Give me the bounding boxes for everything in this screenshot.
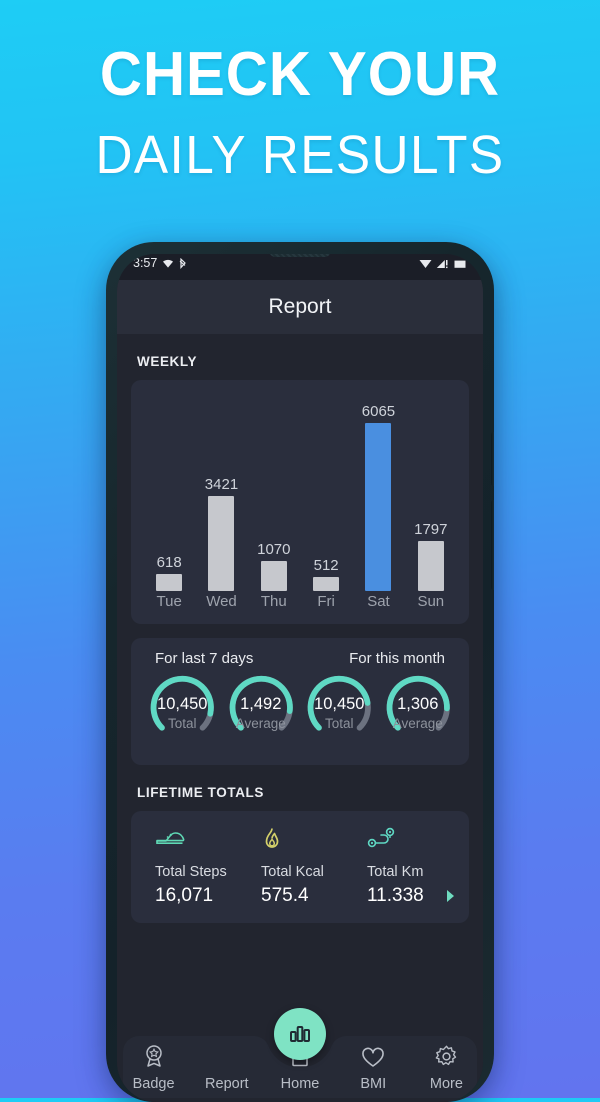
- battery-icon: [454, 260, 466, 268]
- status-time: 3:57: [133, 256, 158, 270]
- phone-screen: 3:57 Report WEEKLY 618 Tue 3421 Wed 1070…: [117, 254, 483, 1102]
- lifetime-total-name: Total Km: [367, 864, 424, 880]
- chart-bar-value: 3421: [204, 476, 239, 493]
- lifetime-items: Total Steps 16,071 Total Kcal 575.4 Tota…: [141, 827, 459, 907]
- chart-bar-value: 512: [313, 557, 339, 574]
- signal-triangle-icon: [419, 259, 432, 268]
- progress-gauge: 1,306 Average: [379, 673, 458, 751]
- lifetime-total-value: 16,071: [155, 885, 214, 906]
- wifi-icon: [163, 259, 174, 268]
- promo-line-1: CHECK YOUR: [99, 40, 501, 109]
- gauge-group-labels: For last 7 days For this month: [139, 650, 461, 673]
- gauge-value: 10,450: [157, 695, 208, 713]
- chart-bar-value: 1070: [257, 541, 291, 558]
- progress-gauge: 10,450 Total: [300, 673, 379, 751]
- chart-bar-label: Thu: [260, 593, 287, 610]
- bottom-nav-item-bmi[interactable]: BMI: [337, 1047, 410, 1092]
- report-fab-button[interactable]: [274, 1008, 326, 1060]
- chart-bar-column: 1070 Thu: [249, 380, 299, 624]
- chart-bar-label: Wed: [206, 593, 237, 610]
- phone-side-button-volume[interactable]: [491, 432, 494, 486]
- page-title: Report: [268, 295, 332, 318]
- bottom-nav-item-more[interactable]: More: [410, 1045, 483, 1092]
- flame-icon: [261, 827, 353, 857]
- phone-frame: 3:57 Report WEEKLY 618 Tue 3421 Wed 1070…: [106, 242, 494, 1102]
- screen-content: WEEKLY 618 Tue 3421 Wed 1070 Thu 512 Fri 6065 Sat…: [117, 334, 483, 1102]
- bottom-nav-label: BMI: [360, 1076, 387, 1092]
- lifetime-total-item[interactable]: Total Kcal 575.4: [247, 827, 353, 907]
- chart-bar-label: Fri: [317, 593, 335, 610]
- bottom-nav-label: More: [429, 1076, 463, 1092]
- promo-line-2: DAILY RESULTS: [95, 125, 505, 185]
- weekly-bar-chart: 618 Tue 3421 Wed 1070 Thu 512 Fri 6065 Sat 1797 Sun: [131, 380, 469, 624]
- gauge-value: 1,306: [397, 695, 439, 713]
- chart-bar[interactable]: [156, 574, 183, 591]
- lifetime-section-label: LIFETIME TOTALS: [137, 785, 264, 800]
- lifetime-total-name: Total Steps: [155, 864, 227, 880]
- earpiece-speaker: [269, 254, 331, 257]
- chart-bar[interactable]: [313, 577, 340, 591]
- chart-bar[interactable]: [365, 423, 392, 591]
- route-icon: [367, 827, 459, 857]
- weekly-chart-card: 618 Tue 3421 Wed 1070 Thu 512 Fri 6065 Sat 1797 Sun: [131, 380, 469, 624]
- gauge-label: Total: [324, 716, 354, 731]
- progress-gauge: 10,450 Total: [143, 673, 222, 751]
- gauge-label: Average: [235, 716, 286, 731]
- chevron-right-icon[interactable]: [445, 889, 456, 908]
- progress-gauge: 1,492 Average: [222, 673, 301, 751]
- lifetime-total-name: Total Kcal: [261, 864, 324, 880]
- bottom-nav-item-report[interactable]: Report: [190, 1049, 263, 1092]
- lifetime-total-item[interactable]: Total Steps 16,071: [141, 827, 247, 907]
- signal-warning-icon: [436, 259, 448, 268]
- summary-gauges-card: For last 7 days For this month 10,450 To…: [131, 638, 469, 765]
- chart-bar-label: Tue: [156, 593, 182, 610]
- heart-icon: [361, 1047, 385, 1073]
- chart-bar[interactable]: [208, 496, 235, 591]
- chart-bar-column: 3421 Wed: [196, 380, 246, 624]
- bottom-nav-label: Report: [205, 1076, 249, 1092]
- gauge-group-left-label: For last 7 days: [155, 650, 254, 667]
- chart-bar-label: Sun: [417, 593, 445, 610]
- app-bar: Report: [117, 280, 483, 334]
- chart-bar[interactable]: [260, 561, 287, 591]
- weekly-section-label: WEEKLY: [137, 354, 198, 369]
- bottom-nav-label: Home: [280, 1076, 320, 1092]
- phone-side-button-power[interactable]: [491, 500, 494, 590]
- gauge-value: 10,450: [314, 695, 365, 713]
- bluetooth-icon: [179, 257, 187, 269]
- chart-bar-column: 6065 Sat: [353, 380, 403, 624]
- status-bar: 3:57: [117, 254, 483, 280]
- promo-headline: CHECK YOUR DAILY RESULTS: [0, 40, 600, 185]
- bottom-nav-label: Badge: [132, 1076, 175, 1092]
- bottom-navigation: Badge Report Home BMI More: [117, 1008, 483, 1102]
- gauge-group-right-label: For this month: [349, 650, 445, 667]
- shoe-icon: [155, 827, 247, 857]
- chart-bar-column: 618 Tue: [144, 380, 194, 624]
- gauge-label: Average: [392, 716, 443, 731]
- chart-bar-column: 512 Fri: [301, 380, 351, 624]
- chart-bar-value: 618: [156, 554, 182, 571]
- gauge-value: 1,492: [240, 695, 282, 713]
- chart-bar[interactable]: [417, 541, 444, 591]
- lifetime-total-value: 575.4: [261, 885, 309, 906]
- lifetime-total-item[interactable]: Total Km 11.338: [353, 827, 459, 907]
- bottom-nav-item-badge[interactable]: Badge: [117, 1044, 190, 1092]
- gauge-list: 10,450 Total 1,492 Average 10,450 Total …: [139, 673, 461, 751]
- gear-icon: [435, 1045, 458, 1073]
- lifetime-totals-card: Total Steps 16,071 Total Kcal 575.4 Tota…: [131, 811, 469, 923]
- chart-bar-value: 1797: [414, 521, 448, 538]
- badge-icon: [143, 1044, 165, 1073]
- gauge-label: Total: [167, 716, 197, 731]
- chart-bar-label: Sat: [367, 593, 390, 610]
- bar-chart-icon: [290, 1026, 310, 1042]
- chart-bar-value: 6065: [361, 403, 396, 420]
- chart-bar-column: 1797 Sun: [406, 380, 456, 624]
